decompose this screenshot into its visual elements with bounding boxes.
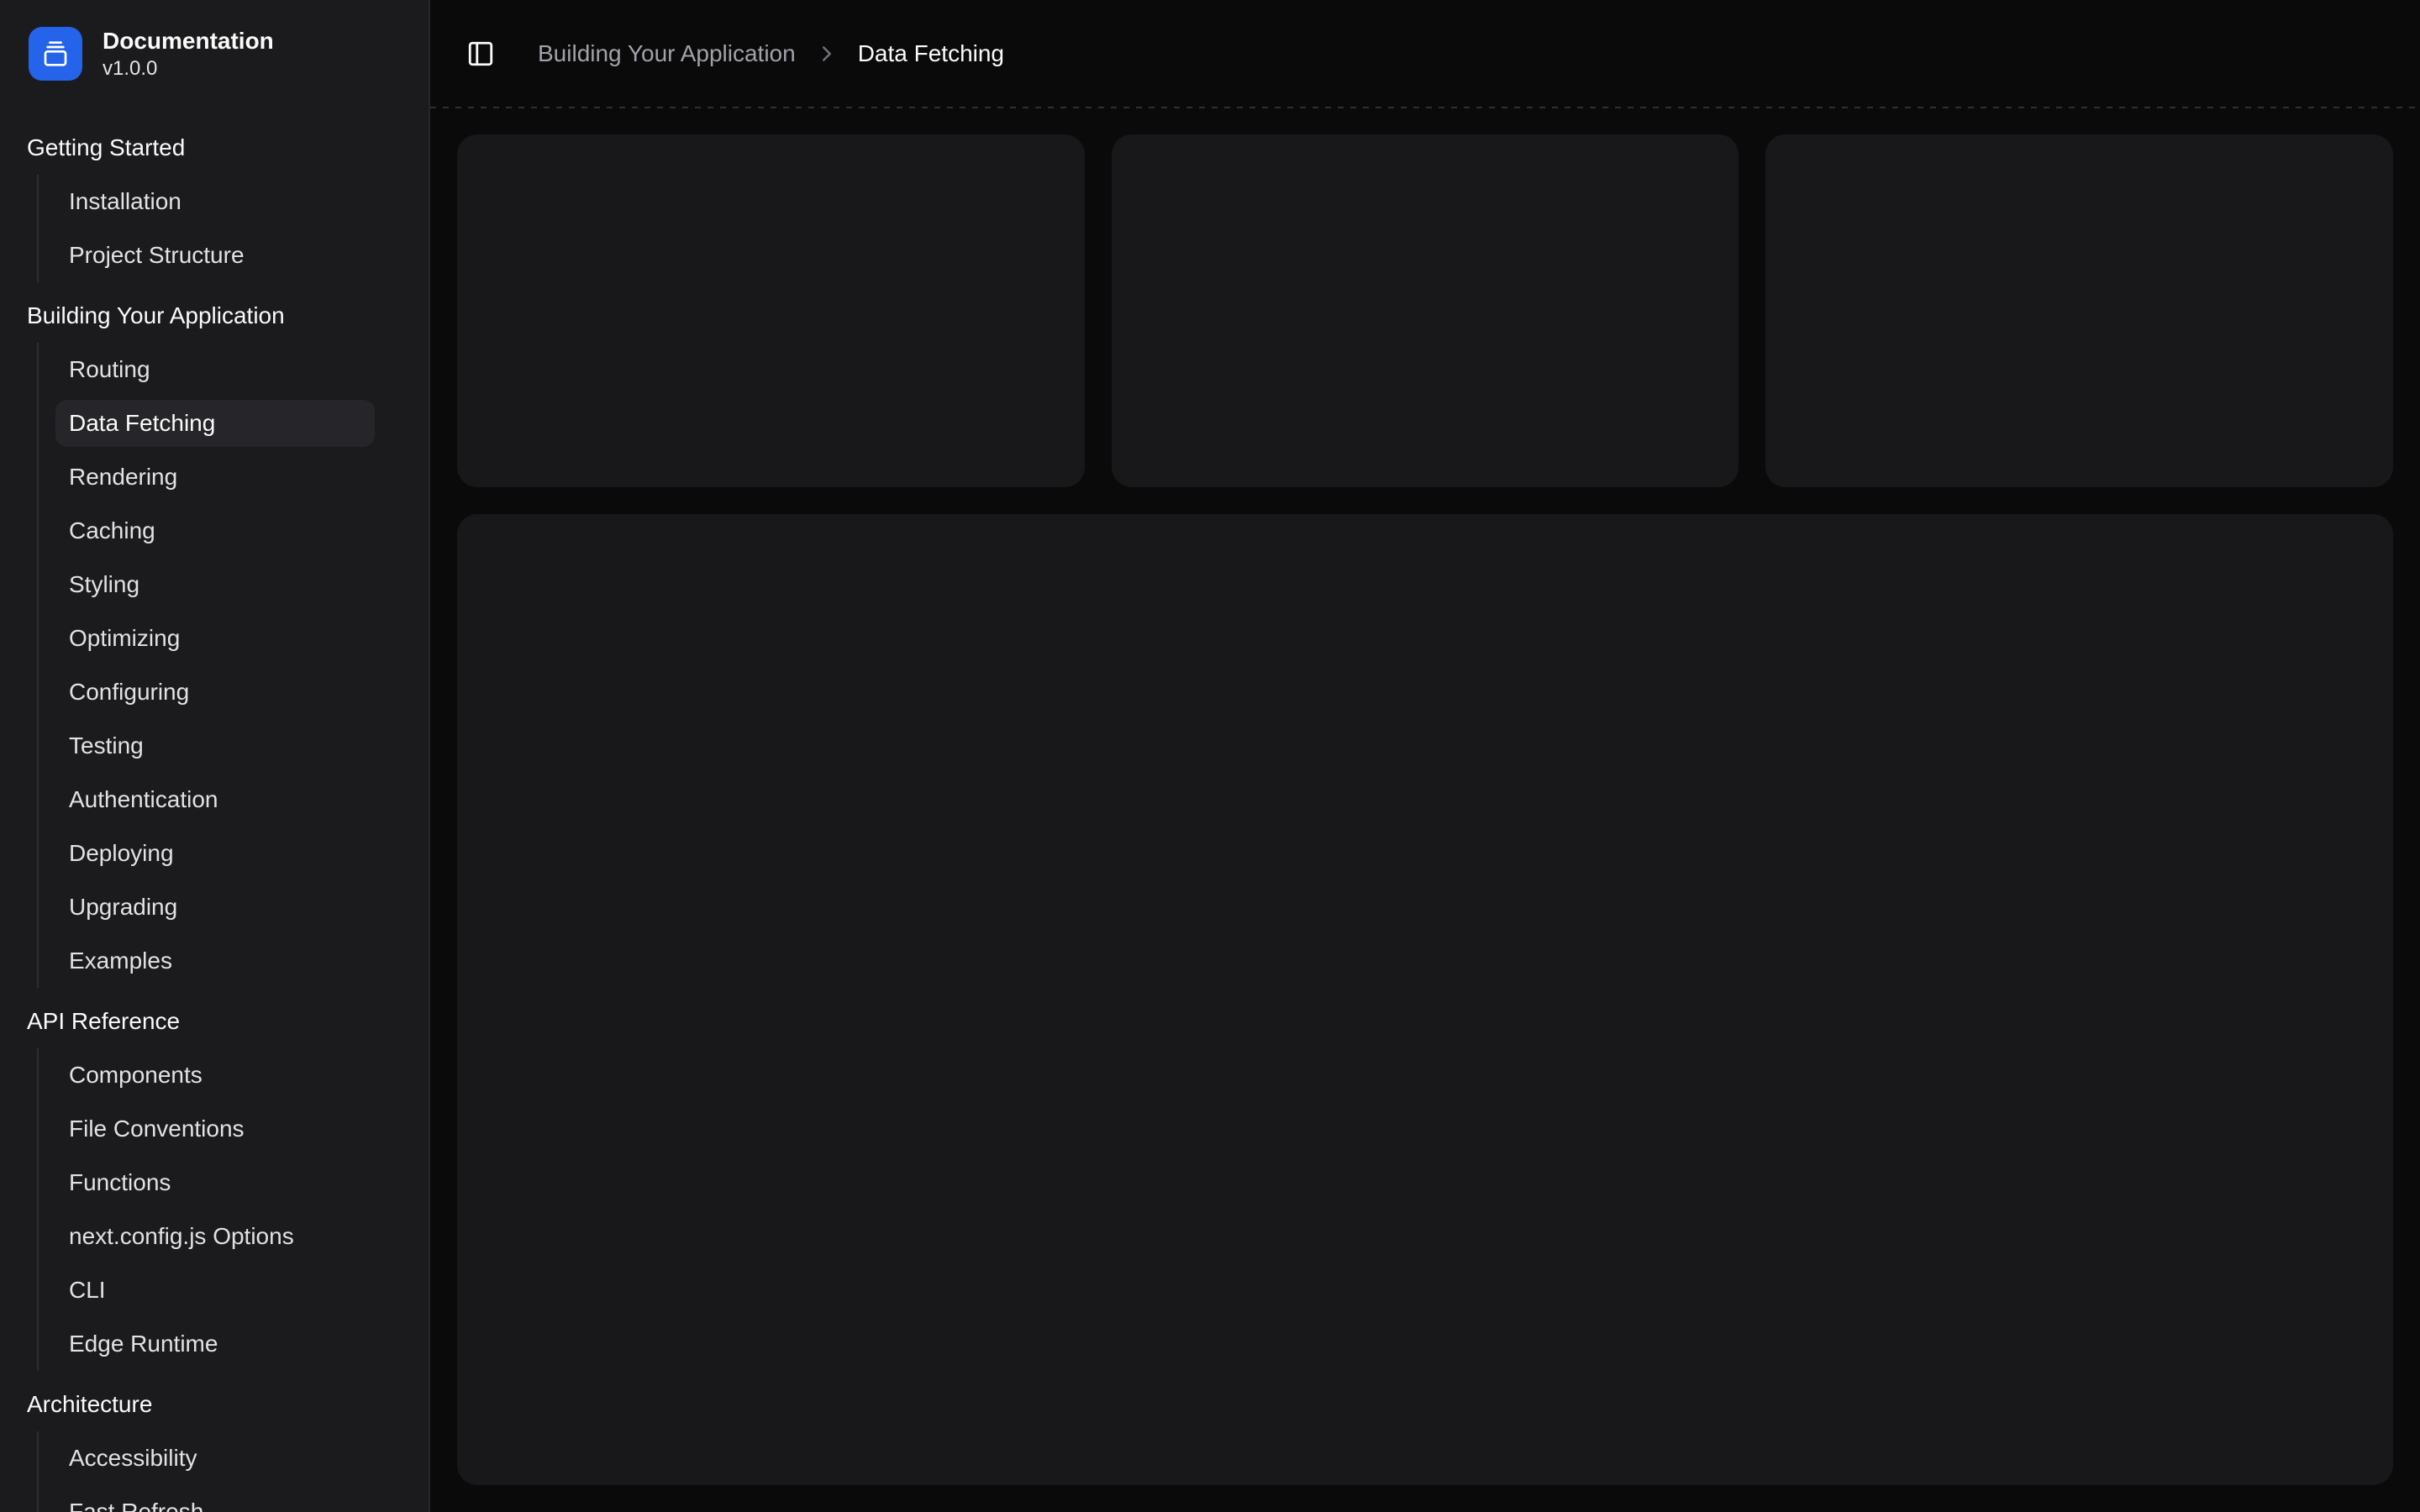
sidebar-item-caching[interactable]: Caching xyxy=(55,507,375,554)
sidebar-item-examples[interactable]: Examples xyxy=(55,937,375,984)
sidebar-item-fast-refresh[interactable]: Fast Refresh xyxy=(55,1488,375,1512)
sidebar-item-functions[interactable]: Functions xyxy=(55,1159,375,1206)
nav-list-item: Deploying xyxy=(55,830,375,877)
app-logo xyxy=(29,27,82,81)
nav-list-item: Authentication xyxy=(55,776,375,823)
sidebar-item-styling[interactable]: Styling xyxy=(55,561,375,608)
nav-sub-list: Components File Conventions Functions next.… xyxy=(37,1048,392,1371)
nav-list-item: Rendering xyxy=(55,454,375,501)
nav-list-item: File Conventions xyxy=(55,1105,375,1152)
sidebar-header[interactable]: Documentation v1.0.0 xyxy=(0,0,429,108)
breadcrumb-link[interactable]: Building Your Application xyxy=(538,40,796,67)
app-version: v1.0.0 xyxy=(103,57,274,81)
sidebar-item-configuring[interactable]: Configuring xyxy=(55,669,375,716)
sidebar-item-components[interactable]: Components xyxy=(55,1052,375,1099)
nav-list-item: Caching xyxy=(55,507,375,554)
sidebar-item-testing[interactable]: Testing xyxy=(55,722,375,769)
sidebar: Documentation v1.0.0 Getting StartedInst… xyxy=(0,0,430,1512)
nav-sub-list: Routing Data Fetching Rendering Caching Styl… xyxy=(37,343,392,988)
sidebar-item-upgrading[interactable]: Upgrading xyxy=(55,884,375,931)
nav-list-item: Upgrading xyxy=(55,884,375,931)
nav-group: ArchitectureAccessibility Fast Refresh xyxy=(0,1374,429,1512)
nav-list-item: Routing xyxy=(55,346,375,393)
nav-list-item: Edge Runtime xyxy=(55,1320,375,1368)
placeholder-panel xyxy=(457,514,2393,1485)
breadcrumb: Building Your Application Data Fetching xyxy=(538,40,1004,67)
nav-group-label: Architecture xyxy=(13,1378,415,1431)
nav-list-item: Styling xyxy=(55,561,375,608)
chevron-right-icon xyxy=(814,41,839,66)
nav-group: Getting StartedInstallation Project Struc… xyxy=(0,118,429,286)
sidebar-item-rendering[interactable]: Rendering xyxy=(55,454,375,501)
nav-group-label: Building Your Application xyxy=(13,289,415,343)
content-area xyxy=(430,108,2420,1512)
sidebar-item-cli[interactable]: CLI xyxy=(55,1267,375,1314)
sidebar-item-project-structure[interactable]: Project Structure xyxy=(55,232,375,279)
nav-list-item: Configuring xyxy=(55,669,375,716)
main-area: Building Your Application Data Fetching xyxy=(430,0,2420,1512)
nav-list-item: Components xyxy=(55,1052,375,1099)
nav-group: API ReferenceComponents File Conventions F… xyxy=(0,991,429,1374)
sidebar-item-file-conventions[interactable]: File Conventions xyxy=(55,1105,375,1152)
sidebar-item-routing[interactable]: Routing xyxy=(55,346,375,393)
nav-list-item: Testing xyxy=(55,722,375,769)
nav-list-item: Functions xyxy=(55,1159,375,1206)
placeholder-card xyxy=(457,134,1085,487)
sidebar-item-accessibility[interactable]: Accessibility xyxy=(55,1435,375,1482)
sidebar-item-next-config-js-options[interactable]: next.config.js Options xyxy=(55,1213,375,1260)
nav-list-item: Accessibility xyxy=(55,1435,375,1482)
main-header: Building Your Application Data Fetching xyxy=(430,0,2420,108)
nav-group-label: Getting Started xyxy=(13,121,415,175)
placeholder-card xyxy=(1765,134,2393,487)
nav-list-item: Installation xyxy=(55,178,375,225)
nav-list-item: Data Fetching xyxy=(55,400,375,447)
placeholder-card xyxy=(1112,134,1739,487)
nav-group: Building Your ApplicationRouting Data Fet… xyxy=(0,286,429,991)
nav-list-item: Optimizing xyxy=(55,615,375,662)
nav-list-item: Project Structure xyxy=(55,232,375,279)
sidebar-item-installation[interactable]: Installation xyxy=(55,178,375,225)
nav-sub-list: Accessibility Fast Refresh xyxy=(37,1431,392,1512)
gallery-vertical-end-icon xyxy=(42,40,69,67)
nav-group-label: API Reference xyxy=(13,995,415,1048)
sidebar-item-optimizing[interactable]: Optimizing xyxy=(55,615,375,662)
nav-sub-list: Installation Project Structure xyxy=(37,175,392,282)
nav-list-item: CLI xyxy=(55,1267,375,1314)
nav-list-item: Examples xyxy=(55,937,375,984)
sidebar-item-authentication[interactable]: Authentication xyxy=(55,776,375,823)
panel-left-icon xyxy=(466,39,495,68)
app-title: Documentation xyxy=(103,27,274,55)
sidebar-nav: Getting StartedInstallation Project Struc… xyxy=(0,108,429,1512)
sidebar-item-edge-runtime[interactable]: Edge Runtime xyxy=(55,1320,375,1368)
sidebar-toggle-button[interactable] xyxy=(457,30,504,77)
sidebar-item-data-fetching[interactable]: Data Fetching xyxy=(55,400,375,447)
placeholder-card-row xyxy=(457,134,2393,487)
nav-list-item: next.config.js Options xyxy=(55,1213,375,1260)
breadcrumb-current-page: Data Fetching xyxy=(858,40,1004,67)
sidebar-item-deploying[interactable]: Deploying xyxy=(55,830,375,877)
nav-list-item: Fast Refresh xyxy=(55,1488,375,1512)
